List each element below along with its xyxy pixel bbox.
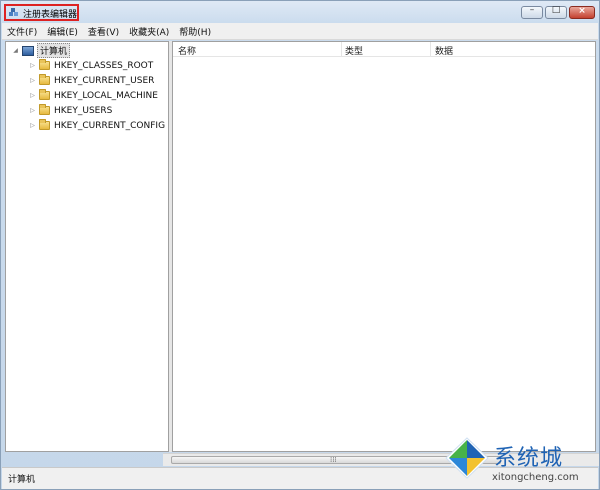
menu-edit[interactable]: 编辑(E) (42, 25, 83, 38)
folder-icon (39, 74, 50, 85)
column-divider[interactable] (430, 42, 431, 56)
tree-item-label: HKEY_CLASSES_ROOT (54, 60, 154, 71)
menu-favorites[interactable]: 收藏夹(A) (124, 25, 174, 38)
registry-editor-window: 注册表编辑器 – □ × 文件(F) 编辑(E) 查看(V) 收藏夹(A) 帮助… (0, 0, 600, 490)
computer-icon (22, 45, 34, 56)
expand-arrow-icon[interactable]: ▷ (28, 106, 37, 115)
tree-item-label: HKEY_LOCAL_MACHINE (54, 90, 158, 101)
list-header: 名称 类型 数据 (173, 42, 595, 57)
watermark-name: 系统城 (494, 446, 564, 471)
menu-bar: 文件(F) 编辑(E) 查看(V) 收藏夹(A) 帮助(H) (2, 23, 598, 40)
key-tree-pane[interactable]: ◢ 计算机 ▷ HKEY_CLASSES_ROOT ▷ HKEY_CURRENT… (5, 41, 169, 452)
tree-item-hkey-classes-root[interactable]: ▷ HKEY_CLASSES_ROOT (28, 58, 153, 73)
tree-item-label: HKEY_USERS (54, 105, 113, 116)
values-list-pane[interactable]: 名称 类型 数据 (172, 41, 596, 452)
title-highlight-box (4, 4, 79, 21)
expand-arrow-icon[interactable]: ▷ (28, 76, 37, 85)
column-header-type[interactable]: 类型 (345, 44, 363, 57)
tree-item-label: HKEY_CURRENT_USER (54, 75, 155, 86)
expand-arrow-icon[interactable]: ▷ (28, 121, 37, 130)
folder-icon (39, 104, 50, 115)
status-text: 计算机 (8, 475, 36, 485)
collapse-arrow-icon[interactable]: ◢ (11, 46, 20, 55)
tree-item-hkey-current-user[interactable]: ▷ HKEY_CURRENT_USER (28, 73, 154, 88)
close-icon: × (578, 6, 586, 16)
grip-icon: ⁞⁞⁞ (330, 456, 337, 464)
expand-arrow-icon[interactable]: ▷ (28, 91, 37, 100)
tree-root-computer[interactable]: ◢ 计算机 (11, 43, 71, 58)
minimize-icon: – (529, 5, 535, 15)
column-header-data[interactable]: 数据 (435, 44, 453, 57)
column-divider[interactable] (341, 42, 342, 56)
minimize-button[interactable]: – (521, 5, 543, 19)
menu-file[interactable]: 文件(F) (2, 25, 42, 38)
watermark: 系统城 xitongcheng.com (440, 434, 600, 490)
watermark-url: xitongcheng.com (492, 472, 579, 483)
title-bar[interactable]: 注册表编辑器 – □ × (1, 1, 599, 23)
folder-icon (39, 59, 50, 70)
column-header-name[interactable]: 名称 (178, 44, 196, 57)
site-logo-icon (445, 437, 489, 479)
tree-item-hkey-local-machine[interactable]: ▷ HKEY_LOCAL_MACHINE (28, 88, 158, 103)
maximize-icon: □ (551, 5, 561, 15)
tree-item-label: HKEY_CURRENT_CONFIG (54, 120, 166, 131)
close-button[interactable]: × (569, 6, 595, 19)
folder-icon (39, 89, 50, 100)
tree-item-hkey-users[interactable]: ▷ HKEY_USERS (28, 103, 112, 118)
expand-arrow-icon[interactable]: ▷ (28, 61, 37, 70)
folder-icon (39, 119, 50, 130)
tree-item-hkey-current-config[interactable]: ▷ HKEY_CURRENT_CONFIG (28, 118, 165, 133)
maximize-button[interactable]: □ (545, 5, 567, 19)
menu-view[interactable]: 查看(V) (83, 25, 124, 38)
menu-help[interactable]: 帮助(H) (174, 25, 216, 38)
tree-root-label: 计算机 (37, 43, 71, 58)
